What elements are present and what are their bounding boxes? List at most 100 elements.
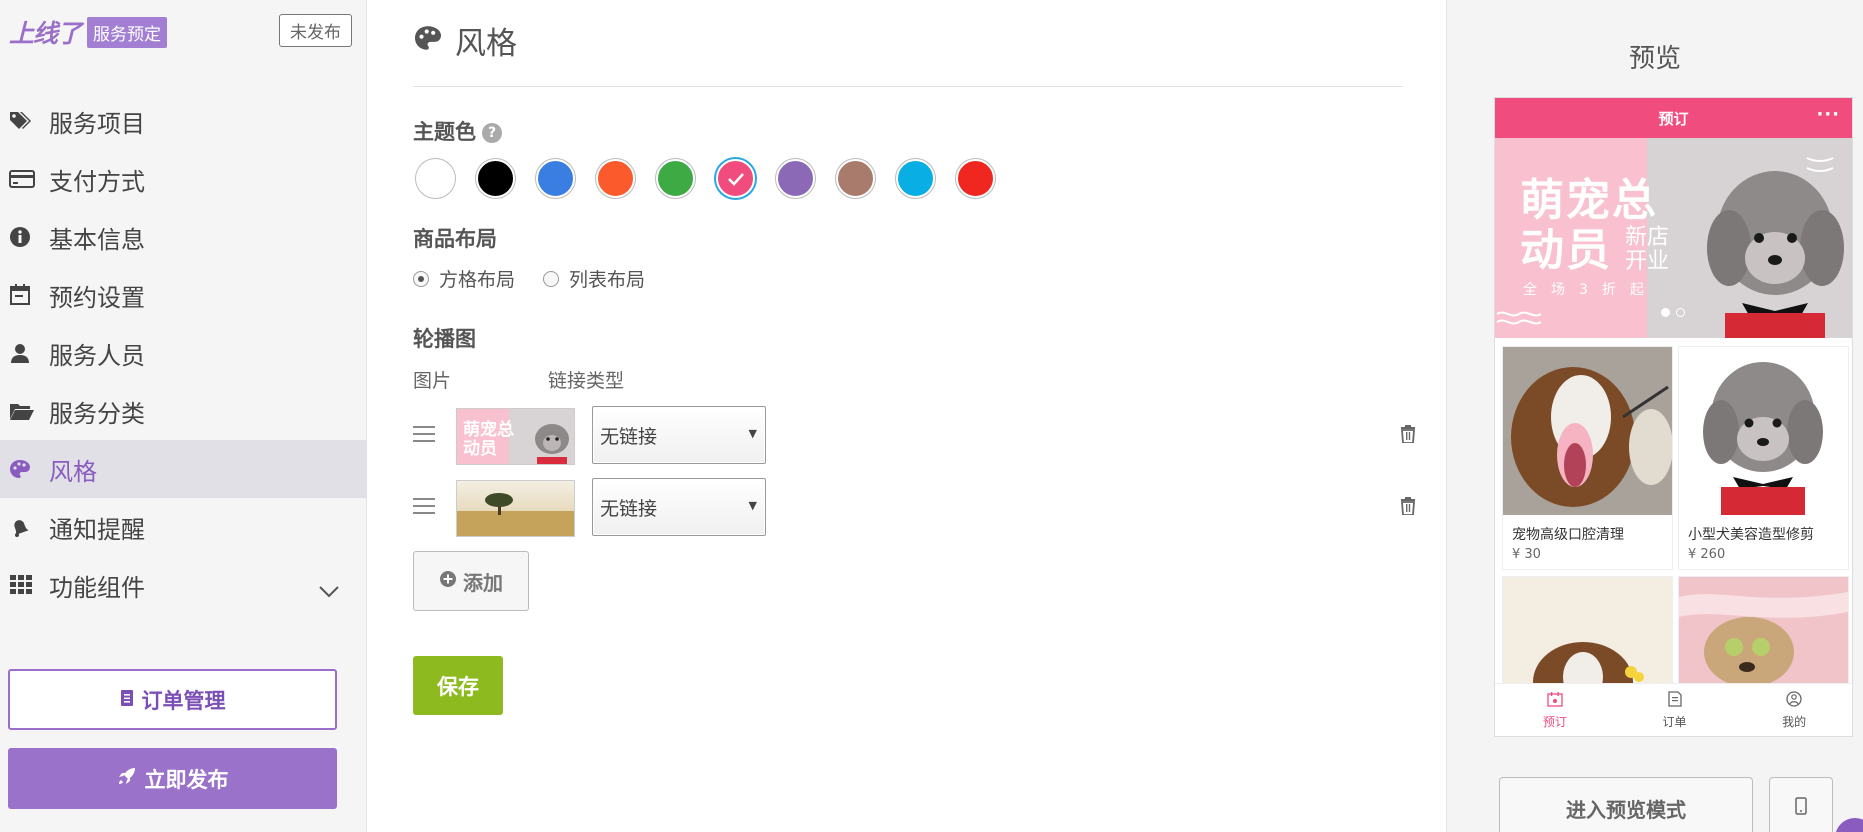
radio-button[interactable] — [543, 270, 560, 287]
caret-down-icon: ▼ — [748, 427, 757, 440]
color-swatch-fill — [956, 159, 995, 198]
carousel-dot[interactable] — [1676, 308, 1685, 317]
product-name: 小型犬美容造型修剪 — [1688, 527, 1814, 543]
color-swatch-fill — [836, 159, 875, 198]
sidebar-item-basic-info[interactable]: 基本信息 — [0, 208, 367, 266]
phone-header: 预订 ··· — [1495, 98, 1852, 138]
link-type-select[interactable]: 无链接 ▼ — [592, 406, 766, 464]
add-banner-label: 添加 — [463, 570, 503, 595]
color-swatch[interactable] — [593, 156, 638, 201]
color-swatch[interactable] — [473, 156, 518, 201]
save-button[interactable]: 保存 — [413, 656, 503, 715]
radio-label: 列表布局 — [569, 269, 646, 291]
sidebar-item-components[interactable]: 功能组件 — [0, 556, 367, 614]
calendar-icon — [1547, 691, 1563, 710]
color-swatch-fill — [716, 159, 755, 198]
sidebar-item-payment[interactable]: 支付方式 — [0, 150, 367, 208]
sidebar-item-booking-settings[interactable]: 预约设置 — [0, 266, 367, 324]
theme-color-label: 主题色 — [413, 120, 476, 144]
chevron-down-icon[interactable] — [319, 576, 339, 604]
main-panel: 风格 主题色? 商品布局 方格布局 列表布局 轮播图 图片 链接类型 萌宠总 动… — [368, 0, 1445, 832]
link-type-value: 无链接 — [600, 497, 658, 520]
tab-booking[interactable]: 预订 — [1495, 684, 1615, 736]
calendar-icon — [9, 284, 49, 306]
bell-icon — [9, 516, 49, 538]
banner-promo: 全场3折起 — [1523, 282, 1658, 298]
color-swatch[interactable] — [713, 156, 758, 201]
enter-preview-mode-button[interactable]: 进入预览模式 — [1499, 777, 1753, 832]
color-swatch-fill — [476, 159, 515, 198]
info-circle-icon — [9, 226, 49, 248]
caret-down-icon: ▼ — [748, 499, 757, 512]
trash-icon[interactable] — [1400, 425, 1416, 447]
color-swatch[interactable] — [653, 156, 698, 201]
link-type-select[interactable]: 无链接 ▼ — [592, 478, 766, 536]
publish-now-button[interactable]: 立即发布 — [8, 748, 337, 809]
column-header-link: 链接类型 — [548, 370, 625, 392]
color-swatch-fill — [896, 159, 935, 198]
sidebar-item-categories[interactable]: 服务分类 — [0, 382, 367, 440]
brand-badge: 服务预定 — [87, 16, 168, 48]
sidebar-item-label: 预约设置 — [49, 283, 145, 312]
check-icon — [727, 172, 744, 186]
link-type-value: 无链接 — [600, 425, 658, 448]
product-image — [1503, 347, 1672, 515]
help-widget[interactable] — [1835, 818, 1863, 832]
add-banner-button[interactable]: 添加 — [413, 551, 529, 611]
sidebar-item-notifications[interactable]: 通知提醒 — [0, 498, 367, 556]
svg-text:动员: 动员 — [463, 439, 497, 459]
banner-thumbnail: 萌宠总 动员 — [456, 408, 575, 465]
publish-status-badge: 未发布 — [279, 14, 352, 47]
mobile-preview-button[interactable] — [1769, 777, 1833, 832]
carousel-dot[interactable] — [1661, 308, 1670, 317]
sidebar-item-style[interactable]: 风格 — [0, 440, 367, 498]
order-management-button[interactable]: 订单管理 — [8, 669, 337, 730]
tab-profile[interactable]: 我的 — [1734, 684, 1852, 736]
color-swatch[interactable] — [953, 156, 998, 201]
color-swatch[interactable] — [893, 156, 938, 201]
color-swatch[interactable] — [533, 156, 578, 201]
layout-option-list[interactable]: 列表布局 — [543, 265, 645, 292]
radio-label: 方格布局 — [439, 269, 516, 291]
brand-logo[interactable]: 上线了 — [9, 14, 82, 50]
theme-color-section: 主题色? — [413, 116, 502, 146]
sidebar-item-staff[interactable]: 服务人员 — [0, 324, 367, 382]
product-image — [1679, 347, 1848, 515]
phone-header-title: 预订 — [1658, 109, 1689, 128]
order-management-label: 订单管理 — [141, 688, 226, 713]
banner-subtitle: 新店 开业 — [1625, 226, 1669, 274]
color-swatch[interactable] — [773, 156, 818, 201]
title-divider — [413, 86, 1403, 87]
sidebar-item-label: 服务分类 — [49, 399, 145, 428]
layout-option-grid[interactable]: 方格布局 — [413, 265, 515, 292]
tab-orders[interactable]: 订单 — [1615, 684, 1735, 736]
more-icon[interactable]: ··· — [1816, 104, 1840, 125]
drag-handle-icon[interactable] — [413, 426, 435, 447]
preview-banner[interactable]: 萌宠总 动员 新店 开业 全场3折起 — [1495, 138, 1852, 338]
publish-now-label: 立即发布 — [144, 767, 229, 792]
layout-radio-group: 方格布局 列表布局 — [413, 265, 645, 292]
rocket-icon — [117, 766, 137, 791]
trash-icon[interactable] — [1400, 497, 1416, 519]
product-card[interactable]: 小型犬美容造型修剪 ¥ 260 — [1679, 347, 1848, 569]
product-card[interactable]: 宠物高级口腔清理 ¥ 30 — [1503, 347, 1672, 569]
product-card[interactable] — [1679, 577, 1848, 687]
banner-thumbnail — [456, 480, 575, 537]
preview-title: 预览 — [1628, 44, 1681, 74]
product-card[interactable] — [1503, 577, 1672, 722]
sidebar-item-service-items[interactable]: 服务项目 — [0, 92, 367, 150]
drag-handle-icon[interactable] — [413, 498, 435, 519]
color-swatch[interactable] — [413, 156, 458, 201]
color-swatch[interactable] — [833, 156, 878, 201]
radio-button[interactable] — [413, 270, 429, 287]
user-icon — [9, 342, 49, 364]
phone-tabbar: 预订 订单 我的 — [1495, 683, 1852, 736]
help-icon[interactable]: ? — [482, 123, 502, 143]
credit-card-icon — [9, 169, 49, 189]
user-circle-icon — [1786, 690, 1802, 710]
sidebar-item-label: 通知提醒 — [49, 515, 145, 544]
product-price: ¥ 260 — [1688, 547, 1726, 562]
carousel-dots — [1661, 308, 1685, 317]
color-swatches — [413, 156, 998, 201]
banner-title-line: 萌宠总 — [1520, 175, 1658, 226]
